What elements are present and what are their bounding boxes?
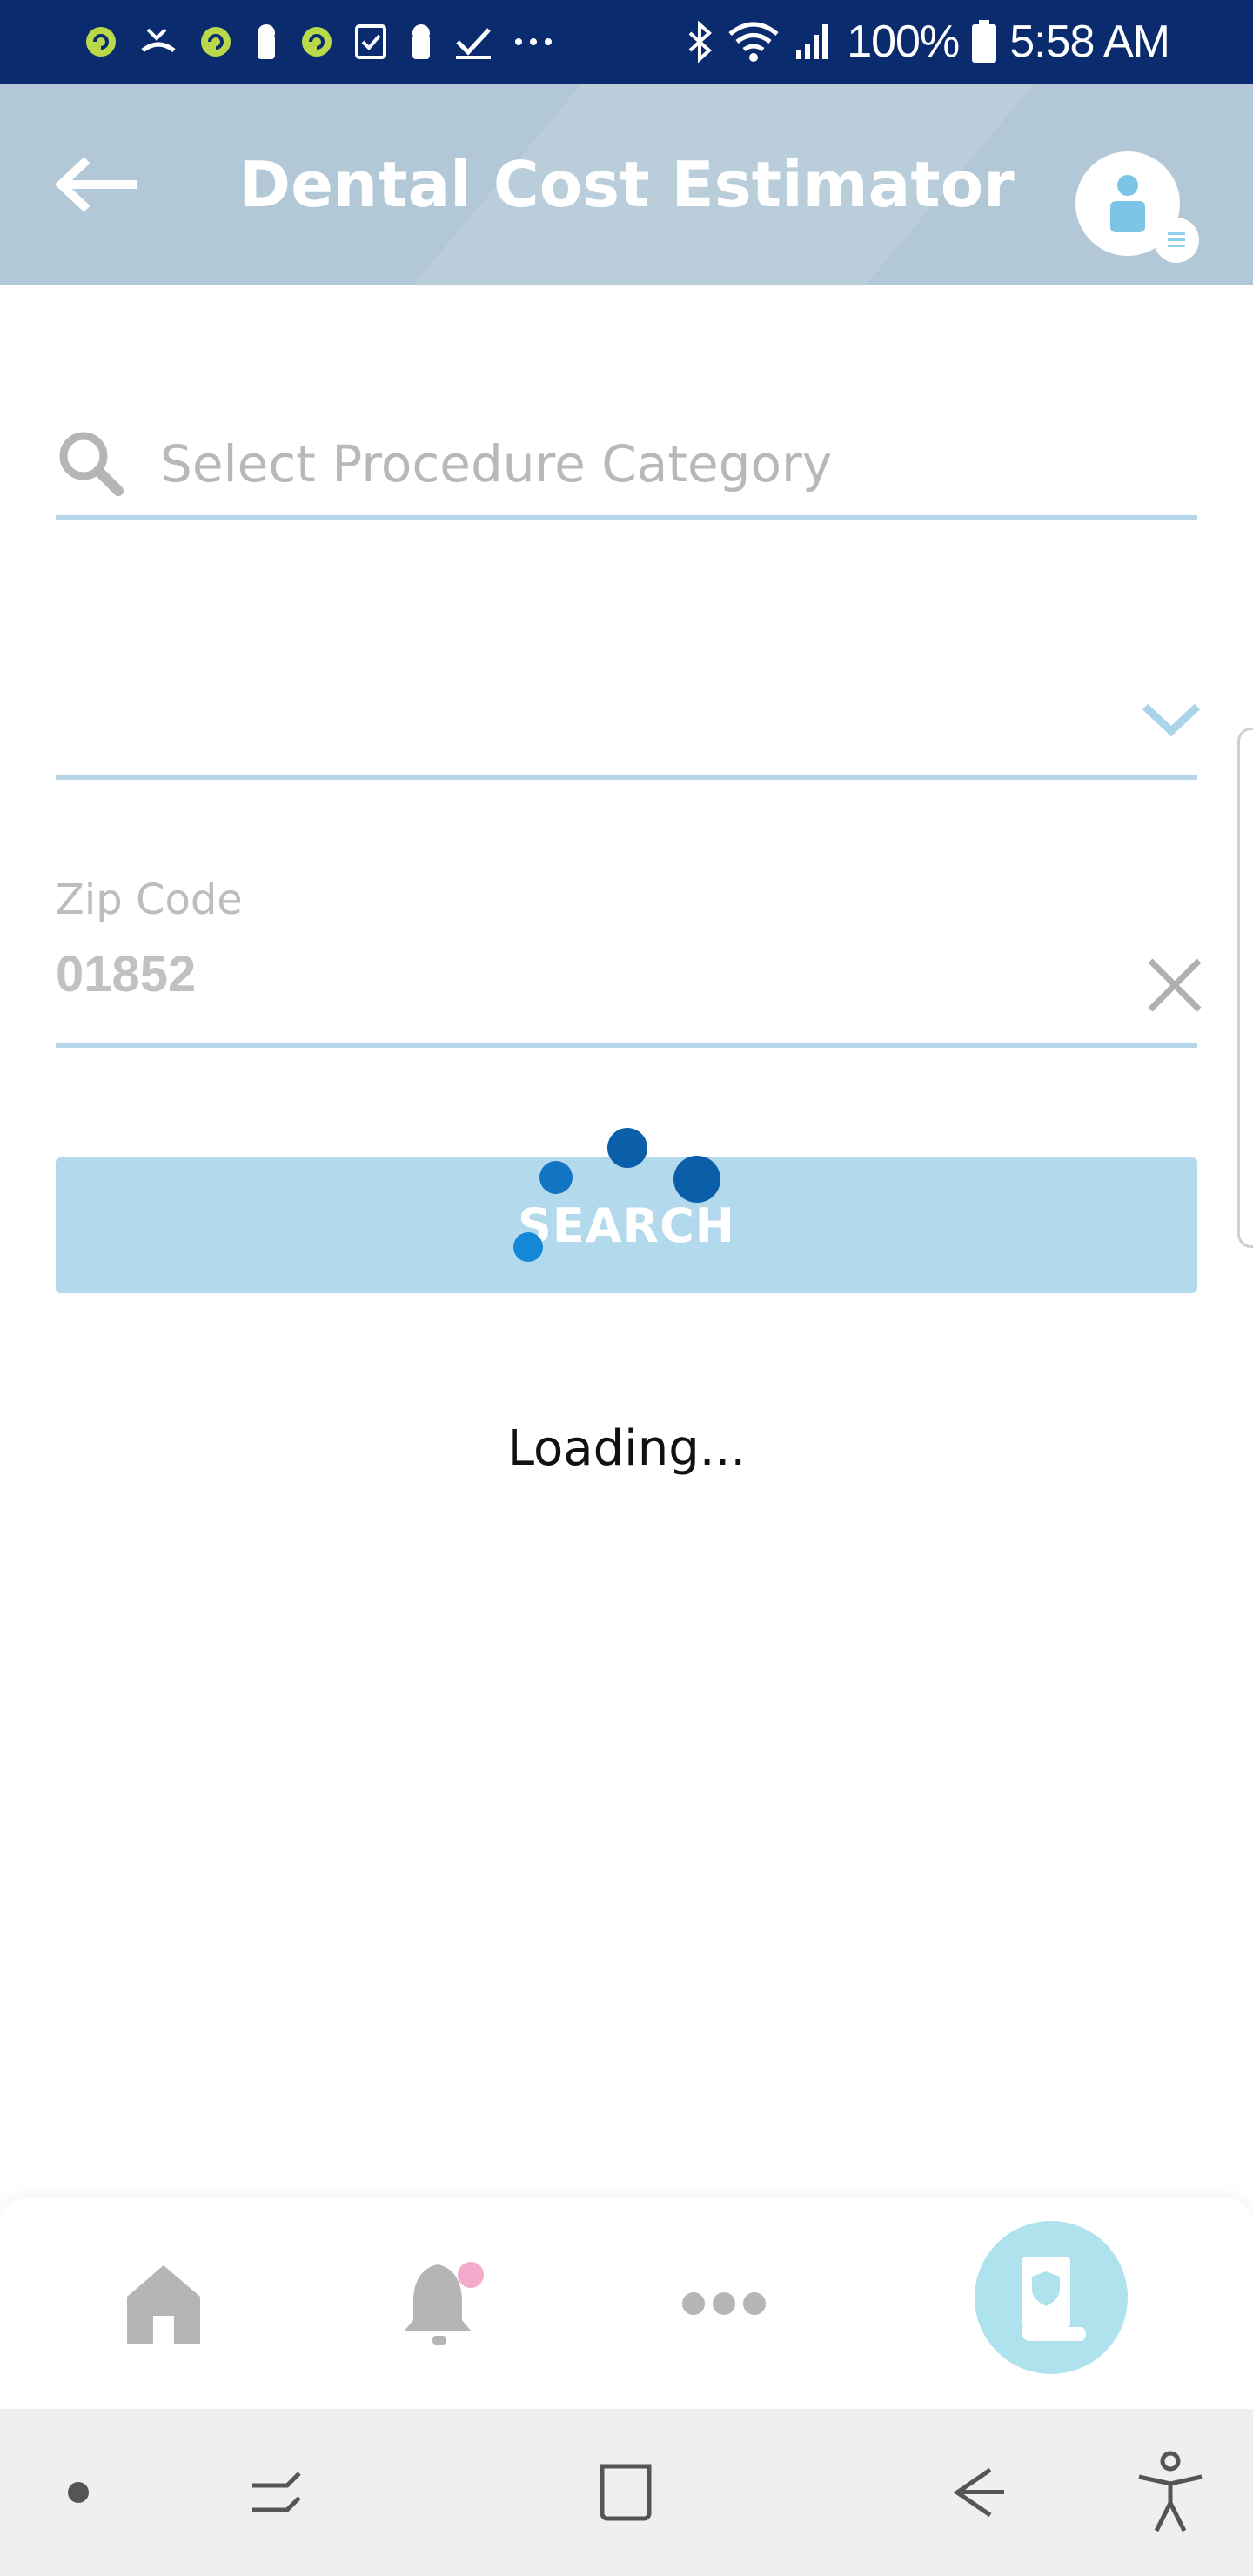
accessibility-icon bbox=[1138, 2451, 1203, 2532]
recents-icon bbox=[252, 2472, 301, 2512]
clear-icon[interactable] bbox=[1142, 952, 1208, 1018]
missed-call-icon bbox=[141, 28, 176, 53]
nav-accessibility-button[interactable] bbox=[1122, 2409, 1218, 2576]
procedure-search-field[interactable] bbox=[56, 409, 1197, 513]
claims-icon bbox=[1022, 2257, 1086, 2341]
search-icon bbox=[59, 432, 124, 496]
zip-code-underline bbox=[56, 1043, 1197, 1048]
nav-recents-button[interactable] bbox=[235, 2409, 322, 2576]
keyhole-icon bbox=[412, 24, 430, 59]
arrow-left-icon bbox=[56, 157, 137, 212]
app-notification-icon bbox=[201, 27, 231, 57]
app-header: Dental Cost Estimator bbox=[0, 84, 1253, 285]
chevron-down-icon[interactable] bbox=[1140, 700, 1203, 738]
dot-icon bbox=[68, 2482, 89, 2503]
checklist-icon bbox=[355, 24, 386, 59]
tab-notifications[interactable] bbox=[374, 2198, 513, 2409]
spinner-dot bbox=[607, 1128, 647, 1168]
procedure-search-input[interactable] bbox=[160, 425, 1161, 503]
more-icon bbox=[682, 2292, 766, 2315]
loading-spinner bbox=[487, 1105, 748, 1279]
nav-home-button[interactable] bbox=[583, 2409, 670, 2576]
status-time: 5:58 AM bbox=[1009, 17, 1170, 67]
bell-icon bbox=[405, 2262, 484, 2345]
battery-percent: 100% bbox=[847, 17, 960, 67]
avatar-menu-button[interactable] bbox=[1154, 218, 1199, 263]
user-icon bbox=[1110, 175, 1145, 232]
procedure-dropdown[interactable] bbox=[56, 661, 1201, 766]
zip-code-label: Zip Code bbox=[56, 875, 243, 924]
tab-more[interactable] bbox=[654, 2198, 794, 2409]
home-icon bbox=[127, 2265, 200, 2344]
zip-code-field[interactable]: 01852 bbox=[56, 945, 196, 1003]
tab-claims[interactable] bbox=[975, 2221, 1128, 2374]
keyhole-icon bbox=[258, 24, 275, 59]
page-title: Dental Cost Estimator bbox=[238, 148, 1015, 221]
back-button[interactable] bbox=[49, 150, 146, 219]
tab-home[interactable] bbox=[94, 2198, 233, 2409]
procedure-search-underline bbox=[56, 515, 1197, 520]
menu-lines-icon bbox=[1168, 232, 1185, 247]
side-scroll-handle[interactable] bbox=[1237, 728, 1253, 1248]
system-nav-bar bbox=[0, 2409, 1253, 2576]
status-bar: 100% 5:58 AM bbox=[0, 0, 1253, 84]
check-icon bbox=[456, 28, 491, 59]
wifi-icon bbox=[728, 22, 779, 62]
nav-back-button[interactable] bbox=[935, 2409, 1022, 2576]
dropdown-underline bbox=[56, 775, 1197, 780]
spinner-dot bbox=[673, 1156, 720, 1203]
spinner-dot bbox=[539, 1161, 573, 1194]
app-notification-icon bbox=[302, 27, 332, 57]
more-dots-icon bbox=[515, 38, 552, 45]
signal-icon bbox=[796, 24, 828, 59]
spinner-dot bbox=[513, 1232, 543, 1262]
status-right: 100% 5:58 AM bbox=[685, 0, 1170, 84]
app-notification-icon bbox=[86, 27, 116, 57]
loading-text: Loading... bbox=[506, 1420, 747, 1477]
home-square-icon bbox=[600, 2464, 652, 2521]
nav-dot-button[interactable] bbox=[52, 2409, 104, 2576]
bluetooth-icon bbox=[688, 21, 713, 63]
battery-icon bbox=[972, 20, 997, 63]
back-icon bbox=[953, 2467, 1004, 2518]
status-icons bbox=[84, 0, 555, 84]
